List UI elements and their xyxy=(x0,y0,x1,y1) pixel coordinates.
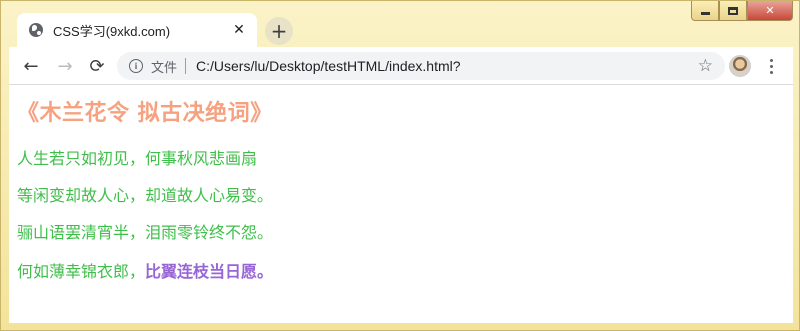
poem-line-highlight: 比翼连枝当日愿。 xyxy=(145,262,274,281)
title-bar: CSS学习(9xkd.com) ✕ + ✕ xyxy=(1,1,800,47)
window-close-button[interactable]: ✕ xyxy=(747,1,793,21)
close-tab-icon[interactable]: ✕ xyxy=(231,22,247,38)
maximize-icon xyxy=(728,6,738,15)
address-bar[interactable]: i 文件 C:/Users/lu/Desktop/testHTML/index.… xyxy=(117,52,725,80)
page-viewport: 《木兰花令 拟古决绝词》 人生若只如初见，何事秋风悲画扇 等闲变却故人心，却道故… xyxy=(9,85,793,323)
menu-dot xyxy=(769,58,773,62)
poem-line: 何如薄幸锦衣郎，比翼连枝当日愿。 xyxy=(17,258,273,282)
browser-window: CSS学习(9xkd.com) ✕ + ✕ ← → ⟳ i 文件 C:/User… xyxy=(0,0,800,331)
poem-line: 人生若只如初见，何事秋风悲画扇 xyxy=(17,149,258,168)
new-tab-button[interactable]: + xyxy=(265,17,293,45)
star-icon[interactable]: ☆ xyxy=(698,56,713,76)
info-icon[interactable]: i xyxy=(129,59,143,73)
url-text[interactable]: C:/Users/lu/Desktop/testHTML/index.html? xyxy=(196,58,692,74)
omnibox-divider xyxy=(185,58,187,74)
minimize-icon xyxy=(700,12,710,15)
kebab-menu-icon[interactable] xyxy=(761,55,781,77)
tab-title: CSS学习(9xkd.com) xyxy=(53,23,171,39)
browser-tab[interactable]: CSS学习(9xkd.com) ✕ xyxy=(17,13,257,47)
poem-title: 《木兰花令 拟古决绝词》 xyxy=(17,101,273,126)
globe-icon xyxy=(29,23,43,37)
scheme-label: 文件 xyxy=(151,60,178,76)
forward-button[interactable]: → xyxy=(53,54,77,78)
poem-line-plain: 何如薄幸锦衣郎， xyxy=(17,262,146,281)
minimize-button[interactable] xyxy=(691,1,719,21)
menu-dot xyxy=(769,70,773,74)
avatar[interactable] xyxy=(729,55,751,77)
menu-dot xyxy=(769,64,773,68)
reload-button[interactable]: ⟳ xyxy=(85,54,109,78)
back-button[interactable]: ← xyxy=(19,54,43,78)
browser-toolbar: ← → ⟳ i 文件 C:/Users/lu/Desktop/testHTML/… xyxy=(9,47,793,85)
poem-line: 等闲变却故人心，却道故人心易变。 xyxy=(17,186,274,205)
poem-line: 骊山语罢清宵半，泪雨零铃终不怨。 xyxy=(17,223,274,242)
maximize-button[interactable] xyxy=(719,1,747,21)
